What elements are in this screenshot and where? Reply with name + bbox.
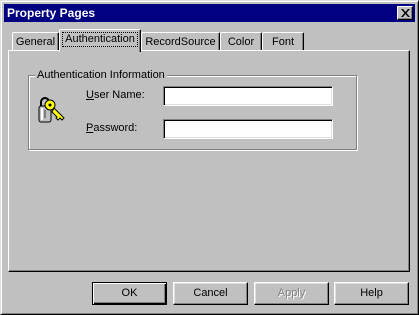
password-field[interactable] <box>163 119 333 139</box>
help-button-label: Help <box>360 287 383 299</box>
close-button[interactable] <box>397 6 413 20</box>
tab-recordsource-label: RecordSource <box>145 36 216 48</box>
password-label-text: assword: <box>93 122 138 134</box>
tab-color[interactable]: Color <box>220 32 262 51</box>
tab-authentication[interactable]: Authentication <box>59 29 141 52</box>
password-label: Password: <box>86 122 137 135</box>
username-label: User Name: <box>86 89 145 102</box>
apply-button-label: Apply <box>277 287 306 299</box>
tab-font-label: Font <box>271 36 294 48</box>
username-label-mnemonic: U <box>86 89 94 101</box>
tab-recordsource[interactable]: RecordSource <box>141 32 220 51</box>
title-bar: Property Pages <box>4 4 415 22</box>
close-icon <box>401 9 410 17</box>
key-icon <box>38 97 65 123</box>
cancel-button-label: Cancel <box>193 287 228 299</box>
tab-general[interactable]: General <box>12 32 59 51</box>
cancel-button[interactable]: Cancel <box>173 282 248 305</box>
tab-color-label: Color <box>227 36 255 48</box>
username-label-text: ser Name: <box>93 89 145 101</box>
help-button[interactable]: Help <box>334 282 409 305</box>
window-title: Property Pages <box>7 6 96 20</box>
tab-general-label: General <box>15 36 56 48</box>
tab-authentication-label: Authentication <box>62 32 138 47</box>
groupbox-label: Authentication Information <box>35 69 167 81</box>
ok-button-label: OK <box>121 287 138 299</box>
tab-font[interactable]: Font <box>262 32 304 51</box>
ok-button[interactable]: OK <box>92 282 167 305</box>
username-field[interactable] <box>163 86 333 106</box>
apply-button[interactable]: Apply <box>254 282 329 305</box>
